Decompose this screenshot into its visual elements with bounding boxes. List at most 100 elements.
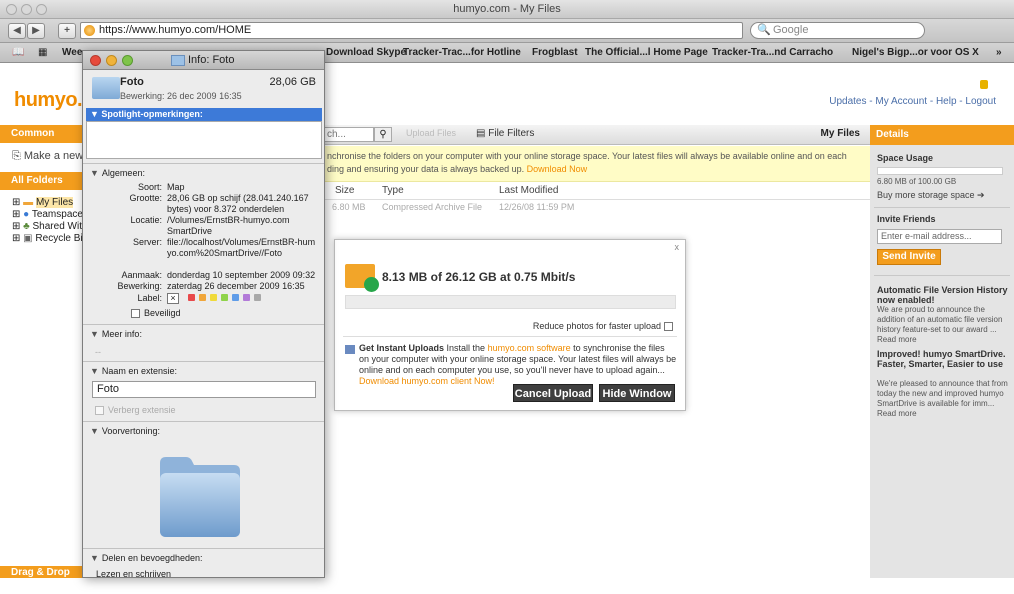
folder-label: Shared With <box>32 221 88 232</box>
label-color-gray[interactable] <box>253 294 261 301</box>
no-label-button[interactable]: × <box>167 293 179 304</box>
label-color-red[interactable] <box>187 294 195 301</box>
close-window-button[interactable] <box>6 4 17 15</box>
new-folder-icon: ⎘ <box>12 150 24 162</box>
bookmarks-overflow-icon[interactable]: » <box>996 43 1002 62</box>
back-button[interactable]: ◀ <box>8 23 26 39</box>
bookmark-item[interactable]: Tracker-Trac...for Hotline <box>403 43 521 62</box>
bookmark-item[interactable]: Frogblast <box>532 43 578 62</box>
download-client-link[interactable]: Download humyo.com client Now! <box>359 376 495 386</box>
send-invite-button[interactable]: Send Invite <box>877 249 941 265</box>
reduce-photos-label: Reduce photos for faster upload <box>532 321 661 331</box>
modified-row: Bewerking: zaterdag 26 december 2009 16:3… <box>117 281 322 292</box>
zoom-window-button[interactable] <box>36 4 47 15</box>
server-key: Server: <box>132 237 162 247</box>
label-color-purple[interactable] <box>242 294 250 301</box>
forward-button[interactable]: ▶ <box>27 23 45 39</box>
hide-ext-checkbox[interactable] <box>95 406 104 416</box>
invite-email-input[interactable]: Enter e-mail address... <box>877 229 1002 244</box>
expand-icon[interactable]: ⊞ <box>12 197 23 208</box>
top-links[interactable]: Updates - My Account - Help - Logout <box>829 96 996 107</box>
hide-ext-option[interactable]: Verberg extensie <box>95 405 176 416</box>
download-now-link[interactable]: Download Now <box>527 164 588 174</box>
google-search-input[interactable]: 🔍 Google <box>750 22 925 39</box>
reduce-photos-option[interactable]: Reduce photos for faster upload <box>532 321 673 332</box>
folder-item-shared[interactable]: ⊞ ♣ Shared With <box>12 221 88 232</box>
item-size: 28,06 GB <box>269 76 316 88</box>
column-type[interactable]: Type <box>382 183 404 199</box>
make-new-folder-link[interactable]: ⎘ Make a new <box>12 150 83 163</box>
file-filters-label: File Filters <box>488 128 535 139</box>
instant-uploads-promo: Get Instant Uploads Install the humyo.co… <box>345 343 677 387</box>
bookmark-item[interactable]: The Official...l Home Page <box>585 43 708 62</box>
address-bar[interactable]: https://www.humyo.com/HOME ↻ <box>80 22 817 39</box>
people-icon: ♣ <box>23 221 33 232</box>
spotlight-comments-input[interactable] <box>86 121 322 159</box>
upload-files-button[interactable]: Upload Files <box>406 128 456 138</box>
cell-size: 6.80 MB <box>332 202 366 212</box>
file-search-button[interactable]: ⚲ <box>374 127 392 142</box>
bookmarks-book-icon[interactable]: 📖 <box>12 43 24 62</box>
hide-window-button[interactable]: Hide Window <box>599 384 675 402</box>
expand-icon[interactable]: ⊞ <box>12 233 23 244</box>
reduce-photos-checkbox[interactable] <box>664 322 673 332</box>
sharing-label: Delen en bevoegdheden: <box>101 553 203 563</box>
expand-icon[interactable]: ⊞ <box>12 209 23 220</box>
locked-checkbox[interactable] <box>131 309 140 319</box>
bookmark-item[interactable]: Nigel's Bigp...or voor OS X <box>852 43 979 62</box>
news-title-1[interactable]: Automatic File Version History now enabl… <box>877 285 1009 305</box>
bookmark-item[interactable]: Wee <box>62 43 82 62</box>
bookmark-item[interactable]: Tracker-Tra...nd Carracho <box>712 43 833 62</box>
search-icon: 🔍 <box>757 24 771 36</box>
top-sites-grid-icon[interactable]: ▦ <box>38 43 47 62</box>
my-files-title: My Files <box>820 128 860 139</box>
add-bookmark-button[interactable]: + <box>58 23 76 39</box>
folder-icon: ▬ <box>23 197 36 208</box>
info-minimize-button[interactable] <box>106 55 117 66</box>
preview-divider <box>83 421 324 422</box>
info-zoom-button[interactable] <box>122 55 133 66</box>
info-close-button[interactable] <box>90 55 101 66</box>
close-dialog-button[interactable]: x <box>675 242 680 252</box>
expand-icon[interactable]: ⊞ <box>12 221 23 232</box>
sharing-section[interactable]: ▼ Delen en bevoegdheden: <box>90 553 203 563</box>
humyo-logo[interactable]: humyo. <box>14 89 83 112</box>
folder-label: Teamspace <box>31 209 83 220</box>
general-section[interactable]: ▼ Algemeen: <box>90 168 145 178</box>
locked-option[interactable]: Beveiligd <box>131 308 181 319</box>
size-key: Grootte: <box>129 193 162 203</box>
humyo-software-link[interactable]: humyo.com software <box>488 343 571 353</box>
cancel-upload-button[interactable]: Cancel Upload <box>513 384 593 402</box>
kind-value: Map <box>167 182 185 192</box>
folder-item-teamspace[interactable]: ⊞ ● Teamspace <box>12 209 83 220</box>
more-info-label: Meer info: <box>101 329 142 339</box>
item-name: Foto <box>120 76 144 88</box>
name-input[interactable]: Foto <box>92 381 316 398</box>
table-row[interactable]: 6.80 MB Compressed Archive File 12/26/08… <box>324 202 870 216</box>
created-key: Aanmaak: <box>121 270 162 280</box>
file-filters-button[interactable]: ▤ File Filters <box>476 128 534 139</box>
folder-item-my-files[interactable]: ⊞ ▬ My Files <box>12 197 74 208</box>
divider <box>874 207 1010 208</box>
preview-section[interactable]: ▼ Voorvertoning: <box>90 426 160 436</box>
column-last-modified[interactable]: Last Modified <box>499 183 558 199</box>
minimize-window-button[interactable] <box>21 4 32 15</box>
bookmark-item[interactable]: Download Skype <box>326 43 406 62</box>
label-color-green[interactable] <box>220 294 228 301</box>
column-size[interactable]: Size <box>335 183 354 199</box>
buy-more-storage-link[interactable]: Buy more storage space ➔ <box>877 190 1009 200</box>
label-color-orange[interactable] <box>198 294 206 301</box>
spotlight-section[interactable]: ▼ Spotlight-opmerkingen: <box>86 108 322 121</box>
news-title-2[interactable]: Improved! humyo SmartDrive. Faster, Smar… <box>877 349 1009 369</box>
label-color-blue[interactable] <box>231 294 239 301</box>
folder-item-recycle[interactable]: ⊞ ▣ Recycle Bin <box>12 233 88 244</box>
file-search-input[interactable]: ch... <box>324 127 374 142</box>
modified-value: zaterdag 26 december 2009 16:35 <box>167 281 305 291</box>
details-panel: Details Space Usage 6.80 MB of 100.00 GB… <box>870 125 1014 578</box>
size-row: Grootte: 28,06 GB op schijf (28.041.240.1… <box>129 193 317 215</box>
size-value: 28,06 GB op schijf (28.041.240.167 bytes… <box>167 193 309 214</box>
name-ext-section[interactable]: ▼ Naam en extensie: <box>90 366 177 376</box>
location-value: /Volumes/ErnstBR-humyo.com SmartDrive <box>167 215 290 236</box>
label-color-yellow[interactable] <box>209 294 217 301</box>
more-info-section[interactable]: ▼ Meer info: <box>90 329 142 339</box>
